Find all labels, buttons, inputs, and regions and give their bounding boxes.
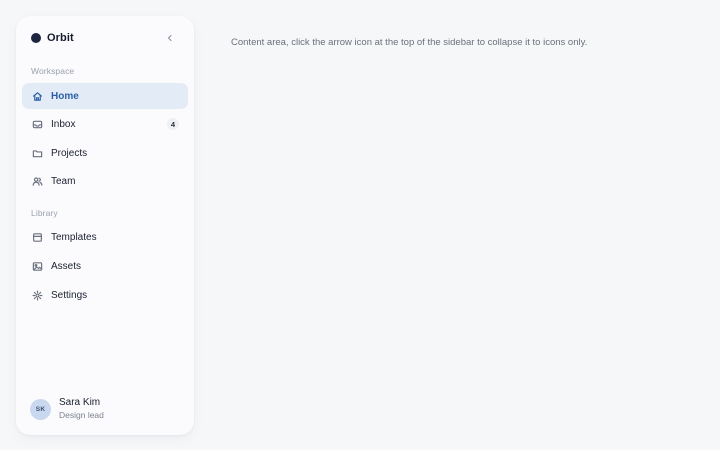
section-label-library: Library — [31, 208, 58, 218]
app-root: Orbit Workspace Home Inbox 4 Projects Te… — [0, 0, 720, 450]
sidebar-item-templates[interactable]: Templates — [22, 224, 188, 250]
user-profile[interactable]: SK Sara Kim Design lead — [30, 397, 104, 421]
home-icon — [32, 91, 43, 102]
brand-name: Orbit — [47, 32, 74, 44]
user-info: Sara Kim Design lead — [59, 397, 104, 421]
sidebar-item-label: Projects — [51, 147, 88, 159]
inbox-count-badge: 4 — [167, 118, 179, 130]
sidebar-item-team[interactable]: Team — [22, 168, 188, 194]
sidebar-item-home[interactable]: Home — [22, 83, 188, 109]
sidebar-item-label: Inbox — [51, 118, 76, 130]
section-label-workspace: Workspace — [31, 66, 75, 76]
avatar: SK — [30, 398, 51, 420]
user-name: Sara Kim — [59, 397, 101, 408]
sidebar-item-inbox[interactable]: Inbox 4 — [22, 111, 188, 137]
image-icon — [32, 261, 43, 272]
sidebar-item-projects[interactable]: Projects — [22, 140, 188, 166]
folder-icon — [32, 148, 43, 159]
sidebar: Orbit Workspace Home Inbox 4 Projects Te… — [16, 16, 194, 435]
content-hint-text: Content area, click the arrow icon at th… — [231, 37, 588, 48]
sidebar-item-assets[interactable]: Assets — [22, 253, 188, 279]
brand-logo-dot — [31, 33, 41, 43]
gear-icon — [32, 290, 43, 301]
user-role: Design lead — [59, 410, 104, 420]
brand: Orbit — [31, 31, 74, 45]
sidebar-item-label: Settings — [51, 289, 88, 301]
sidebar-item-settings[interactable]: Settings — [22, 282, 188, 308]
inbox-icon — [32, 119, 43, 130]
collapse-sidebar-button[interactable] — [162, 30, 178, 46]
chevron-left-icon — [167, 34, 172, 42]
sidebar-item-label: Home — [51, 90, 79, 102]
users-icon — [32, 176, 43, 187]
template-icon — [32, 232, 43, 243]
sidebar-item-label: Team — [51, 175, 76, 187]
sidebar-item-label: Assets — [51, 260, 82, 272]
sidebar-item-label: Templates — [51, 231, 97, 243]
